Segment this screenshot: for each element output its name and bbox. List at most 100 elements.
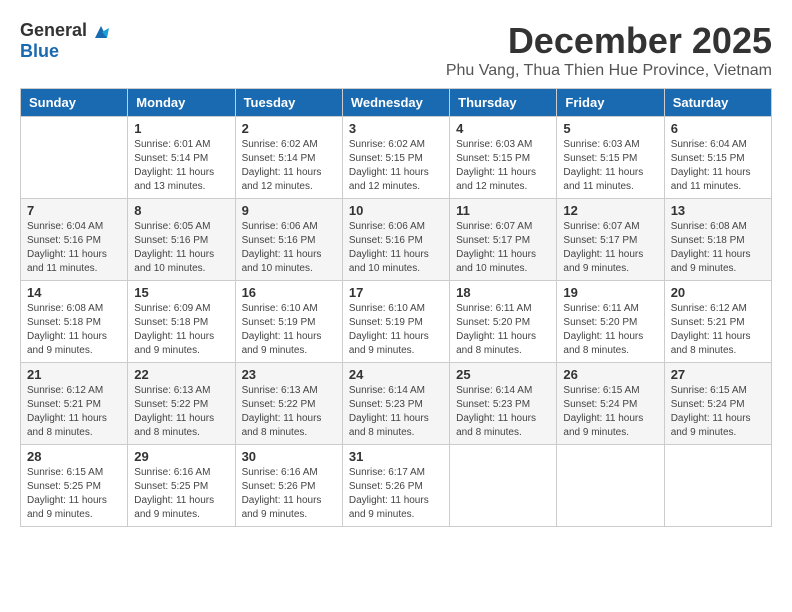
day-sun-info: Sunrise: 6:15 AMSunset: 5:24 PMDaylight:… bbox=[671, 384, 765, 440]
calendar-cell: 30 Sunrise: 6:16 AMSunset: 5:26 PMDayligh… bbox=[235, 445, 342, 527]
day-number: 27 bbox=[671, 367, 765, 382]
logo-bird-icon bbox=[93, 24, 109, 40]
day-sun-info: Sunrise: 6:09 AMSunset: 5:18 PMDaylight:… bbox=[134, 302, 228, 358]
calendar-body: 1 Sunrise: 6:01 AMSunset: 5:14 PMDaylight… bbox=[21, 117, 772, 527]
calendar-cell: 20 Sunrise: 6:12 AMSunset: 5:21 PMDayligh… bbox=[664, 281, 771, 363]
day-number: 31 bbox=[349, 449, 443, 464]
day-number: 14 bbox=[27, 285, 121, 300]
calendar-cell: 5 Sunrise: 6:03 AMSunset: 5:15 PMDaylight… bbox=[557, 117, 664, 199]
day-sun-info: Sunrise: 6:07 AMSunset: 5:17 PMDaylight:… bbox=[563, 220, 657, 276]
day-number: 7 bbox=[27, 203, 121, 218]
calendar-week-row: 14 Sunrise: 6:08 AMSunset: 5:18 PMDayligh… bbox=[21, 281, 772, 363]
logo-general-text: General bbox=[20, 20, 87, 40]
weekday-header-thursday: Thursday bbox=[450, 89, 557, 117]
day-number: 8 bbox=[134, 203, 228, 218]
day-number: 20 bbox=[671, 285, 765, 300]
calendar-cell: 27 Sunrise: 6:15 AMSunset: 5:24 PMDayligh… bbox=[664, 363, 771, 445]
day-sun-info: Sunrise: 6:03 AMSunset: 5:15 PMDaylight:… bbox=[456, 138, 550, 194]
day-sun-info: Sunrise: 6:04 AMSunset: 5:16 PMDaylight:… bbox=[27, 220, 121, 276]
day-number: 30 bbox=[242, 449, 336, 464]
calendar-cell: 22Sunrise: 6:13 AMSunset: 5:22 PMDayligh… bbox=[128, 363, 235, 445]
day-number: 28 bbox=[27, 449, 121, 464]
calendar-cell: 4Sunrise: 6:03 AMSunset: 5:15 PMDaylight… bbox=[450, 117, 557, 199]
calendar-cell: 21Sunrise: 6:12 AMSunset: 5:21 PMDayligh… bbox=[21, 363, 128, 445]
page-header: General Blue December 2025 Phu Vang, Thu… bbox=[20, 20, 772, 80]
calendar-cell: 6 Sunrise: 6:04 AMSunset: 5:15 PMDaylight… bbox=[664, 117, 771, 199]
day-sun-info: Sunrise: 6:12 AMSunset: 5:21 PMDaylight:… bbox=[671, 302, 765, 358]
calendar-cell: 31 Sunrise: 6:17 AMSunset: 5:26 PMDayligh… bbox=[342, 445, 449, 527]
calendar-header: SundayMondayTuesdayWednesdayThursdayFrid… bbox=[21, 89, 772, 117]
day-sun-info: Sunrise: 6:13 AMSunset: 5:22 PMDaylight:… bbox=[242, 384, 336, 440]
calendar-week-row: 21Sunrise: 6:12 AMSunset: 5:21 PMDayligh… bbox=[21, 363, 772, 445]
day-sun-info: Sunrise: 6:12 AMSunset: 5:21 PMDaylight:… bbox=[27, 384, 121, 440]
calendar-cell: 17 Sunrise: 6:10 AMSunset: 5:19 PMDayligh… bbox=[342, 281, 449, 363]
calendar-cell: 3 Sunrise: 6:02 AMSunset: 5:15 PMDaylight… bbox=[342, 117, 449, 199]
day-sun-info: Sunrise: 6:16 AMSunset: 5:25 PMDaylight:… bbox=[134, 466, 228, 522]
day-sun-info: Sunrise: 6:05 AMSunset: 5:16 PMDaylight:… bbox=[134, 220, 228, 276]
day-sun-info: Sunrise: 6:02 AMSunset: 5:14 PMDaylight:… bbox=[242, 138, 336, 194]
calendar-cell: 13 Sunrise: 6:08 AMSunset: 5:18 PMDayligh… bbox=[664, 199, 771, 281]
day-sun-info: Sunrise: 6:08 AMSunset: 5:18 PMDaylight:… bbox=[671, 220, 765, 276]
day-number: 9 bbox=[242, 203, 336, 218]
weekday-header-friday: Friday bbox=[557, 89, 664, 117]
day-sun-info: Sunrise: 6:15 AMSunset: 5:25 PMDaylight:… bbox=[27, 466, 121, 522]
calendar-cell bbox=[557, 445, 664, 527]
day-number: 25 bbox=[456, 367, 550, 382]
day-number: 5 bbox=[563, 121, 657, 136]
month-title: December 2025 bbox=[446, 20, 772, 62]
calendar-cell: 14 Sunrise: 6:08 AMSunset: 5:18 PMDayligh… bbox=[21, 281, 128, 363]
calendar-cell: 16Sunrise: 6:10 AMSunset: 5:19 PMDayligh… bbox=[235, 281, 342, 363]
day-number: 29 bbox=[134, 449, 228, 464]
weekday-header-wednesday: Wednesday bbox=[342, 89, 449, 117]
day-sun-info: Sunrise: 6:10 AMSunset: 5:19 PMDaylight:… bbox=[349, 302, 443, 358]
day-number: 12 bbox=[563, 203, 657, 218]
day-sun-info: Sunrise: 6:02 AMSunset: 5:15 PMDaylight:… bbox=[349, 138, 443, 194]
day-number: 23 bbox=[242, 367, 336, 382]
day-sun-info: Sunrise: 6:16 AMSunset: 5:26 PMDaylight:… bbox=[242, 466, 336, 522]
calendar-cell: 29 Sunrise: 6:16 AMSunset: 5:25 PMDayligh… bbox=[128, 445, 235, 527]
day-sun-info: Sunrise: 6:04 AMSunset: 5:15 PMDaylight:… bbox=[671, 138, 765, 194]
day-number: 13 bbox=[671, 203, 765, 218]
day-sun-info: Sunrise: 6:13 AMSunset: 5:22 PMDaylight:… bbox=[134, 384, 228, 440]
day-sun-info: Sunrise: 6:15 AMSunset: 5:24 PMDaylight:… bbox=[563, 384, 657, 440]
calendar-cell: 18Sunrise: 6:11 AMSunset: 5:20 PMDayligh… bbox=[450, 281, 557, 363]
title-block: December 2025 Phu Vang, Thua Thien Hue P… bbox=[446, 20, 772, 80]
day-number: 1 bbox=[134, 121, 228, 136]
logo-blue-text: Blue bbox=[20, 41, 59, 61]
calendar-cell: 25 Sunrise: 6:14 AMSunset: 5:23 PMDayligh… bbox=[450, 363, 557, 445]
calendar-week-row: 28 Sunrise: 6:15 AMSunset: 5:25 PMDayligh… bbox=[21, 445, 772, 527]
calendar-cell: 11Sunrise: 6:07 AMSunset: 5:17 PMDayligh… bbox=[450, 199, 557, 281]
weekday-header-monday: Monday bbox=[128, 89, 235, 117]
calendar-cell bbox=[664, 445, 771, 527]
day-sun-info: Sunrise: 6:06 AMSunset: 5:16 PMDaylight:… bbox=[349, 220, 443, 276]
day-sun-info: Sunrise: 6:14 AMSunset: 5:23 PMDaylight:… bbox=[456, 384, 550, 440]
calendar-cell: 24Sunrise: 6:14 AMSunset: 5:23 PMDayligh… bbox=[342, 363, 449, 445]
day-sun-info: Sunrise: 6:11 AMSunset: 5:20 PMDaylight:… bbox=[563, 302, 657, 358]
day-number: 11 bbox=[456, 203, 550, 218]
calendar-cell: 23 Sunrise: 6:13 AMSunset: 5:22 PMDayligh… bbox=[235, 363, 342, 445]
weekday-header-row: SundayMondayTuesdayWednesdayThursdayFrid… bbox=[21, 89, 772, 117]
day-sun-info: Sunrise: 6:03 AMSunset: 5:15 PMDaylight:… bbox=[563, 138, 657, 194]
day-number: 10 bbox=[349, 203, 443, 218]
day-number: 17 bbox=[349, 285, 443, 300]
day-number: 3 bbox=[349, 121, 443, 136]
calendar-cell: 26 Sunrise: 6:15 AMSunset: 5:24 PMDayligh… bbox=[557, 363, 664, 445]
day-number: 18 bbox=[456, 285, 550, 300]
calendar-cell bbox=[450, 445, 557, 527]
calendar-cell: 9 Sunrise: 6:06 AMSunset: 5:16 PMDaylight… bbox=[235, 199, 342, 281]
day-sun-info: Sunrise: 6:08 AMSunset: 5:18 PMDaylight:… bbox=[27, 302, 121, 358]
calendar-cell: 12 Sunrise: 6:07 AMSunset: 5:17 PMDayligh… bbox=[557, 199, 664, 281]
calendar-cell: 8 Sunrise: 6:05 AMSunset: 5:16 PMDaylight… bbox=[128, 199, 235, 281]
day-number: 26 bbox=[563, 367, 657, 382]
calendar-cell: 1 Sunrise: 6:01 AMSunset: 5:14 PMDaylight… bbox=[128, 117, 235, 199]
weekday-header-tuesday: Tuesday bbox=[235, 89, 342, 117]
day-number: 6 bbox=[671, 121, 765, 136]
day-sun-info: Sunrise: 6:17 AMSunset: 5:26 PMDaylight:… bbox=[349, 466, 443, 522]
logo: General Blue bbox=[20, 20, 109, 62]
day-sun-info: Sunrise: 6:01 AMSunset: 5:14 PMDaylight:… bbox=[134, 138, 228, 194]
calendar-cell: 15 Sunrise: 6:09 AMSunset: 5:18 PMDayligh… bbox=[128, 281, 235, 363]
weekday-header-saturday: Saturday bbox=[664, 89, 771, 117]
day-sun-info: Sunrise: 6:06 AMSunset: 5:16 PMDaylight:… bbox=[242, 220, 336, 276]
weekday-header-sunday: Sunday bbox=[21, 89, 128, 117]
day-number: 15 bbox=[134, 285, 228, 300]
